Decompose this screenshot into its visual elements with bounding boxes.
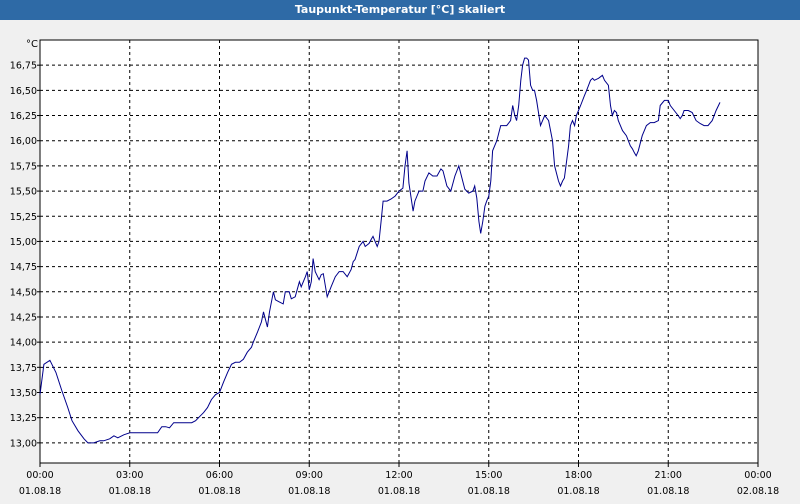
x-tick-time-label: 09:00 [296,470,323,481]
x-tick-time-label: 06:00 [206,470,233,481]
y-tick-label: 13,25 [10,413,37,424]
line-chart: 13,00 13,25 13,50 13,75 14,00 14,25 14,50 14,75… [0,20,800,500]
chart-area: 13,00 13,25 13,50 13,75 14,00 14,25 14,50 14,75… [0,20,800,500]
x-tick-time-label: 00:00 [26,470,53,481]
y-tick-label: 16,75 [10,61,37,72]
y-tick-label: 16,00 [10,136,37,147]
y-tick-label: 16,50 [10,86,37,97]
y-axis-unit-label: °C [26,39,38,50]
y-tick-label: 15,00 [10,237,37,248]
window-title: Taupunkt-Temperatur [°C] skaliert [0,0,800,20]
x-tick-time-label: 15:00 [475,470,502,481]
x-tick-time-label: 21:00 [655,470,682,481]
y-tick-label: 13,50 [10,388,37,399]
x-tick-date-label: 01.08.18 [647,486,689,497]
x-tick-date-label: 01.08.18 [288,486,330,497]
y-tick-label: 14,75 [10,262,37,273]
x-tick-date-label: 02.08.18 [737,486,779,497]
y-tick-label: 14,50 [10,287,37,298]
x-tick-time-label: 18:00 [565,470,592,481]
y-tick-label: 13,00 [10,438,37,449]
y-tick-label: 15,25 [10,212,37,223]
x-tick-date-label: 01.08.18 [378,486,420,497]
y-tick-label: 15,75 [10,161,37,172]
x-tick-date-label: 01.08.18 [557,486,599,497]
y-tick-label: 16,25 [10,111,37,122]
y-tick-label: 15,50 [10,187,37,198]
x-tick-date-label: 01.08.18 [198,486,240,497]
x-tick-time-label: 03:00 [116,470,143,481]
y-tick-label: 14,00 [10,338,37,349]
x-tick-time-label: 12:00 [385,470,412,481]
x-tick-date-label: 01.08.18 [468,486,510,497]
x-tick-time-label: 00:00 [744,470,771,481]
x-tick-date-label: 01.08.18 [19,486,61,497]
x-tick-date-label: 01.08.18 [109,486,151,497]
y-tick-label: 14,25 [10,312,37,323]
y-tick-label: 13,75 [10,363,37,374]
